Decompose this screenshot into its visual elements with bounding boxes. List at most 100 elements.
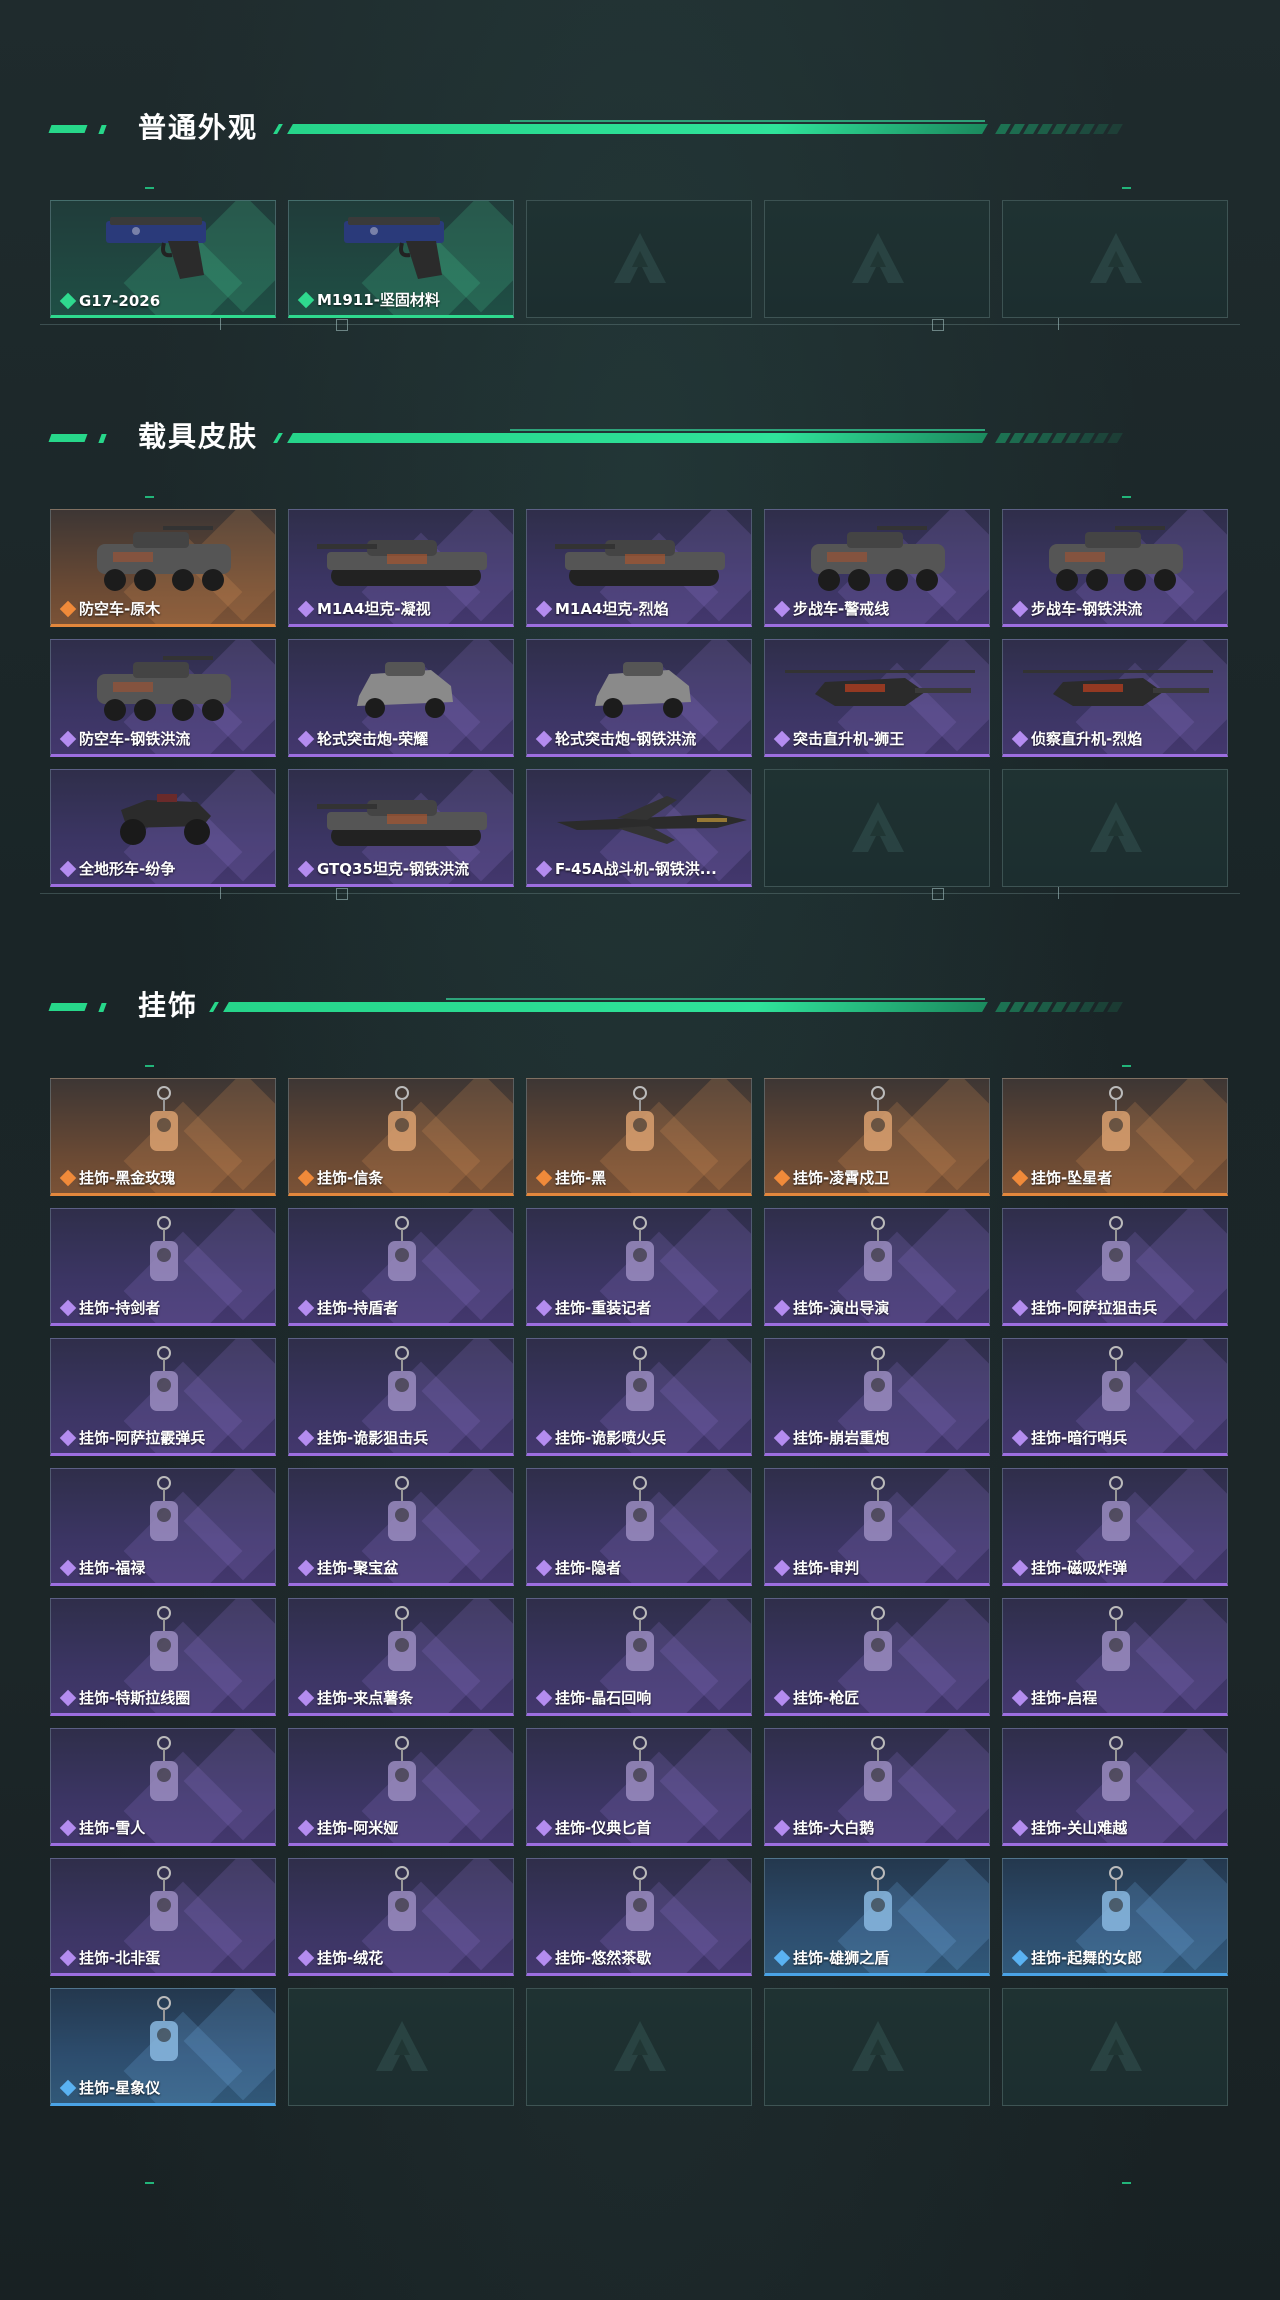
item-card[interactable]: 挂饰-关山难越 <box>1002 1728 1228 1846</box>
item-card[interactable]: 轮式突击炮-荣耀 <box>288 639 514 757</box>
rarity-diamond-icon <box>59 1169 77 1186</box>
item-card[interactable]: 挂饰-坠星者 <box>1002 1078 1228 1196</box>
item-card[interactable]: 挂饰-诡影狙击兵 <box>288 1338 514 1456</box>
decor-tick <box>1058 318 1059 330</box>
item-card[interactable]: 突击直升机-狮王 <box>764 639 990 757</box>
item-card[interactable]: 挂饰-磁吸炸弹 <box>1002 1468 1228 1586</box>
item-card[interactable]: 挂饰-持剑者 <box>50 1208 276 1326</box>
item-card[interactable]: 挂饰-凌霄戍卫 <box>764 1078 990 1196</box>
item-card[interactable]: 挂饰-晶石回响 <box>526 1598 752 1716</box>
section-header: 载具皮肤 <box>0 417 1280 457</box>
rarity-diamond-icon <box>535 1429 553 1446</box>
item-name: M1911-坚固材料 <box>317 291 440 309</box>
apc-icon <box>811 526 945 591</box>
item-card[interactable]: GTQ35坦克-钢铁洪流 <box>288 769 514 887</box>
item-card[interactable]: 挂饰-暗行哨兵 <box>1002 1338 1228 1456</box>
item-card[interactable]: 挂饰-北非蛋 <box>50 1858 276 1976</box>
item-card[interactable]: 防空车-原木 <box>50 509 276 627</box>
section-divider-bar <box>223 1002 988 1012</box>
item-card[interactable]: 挂饰-黑 <box>526 1078 752 1196</box>
charm-icon <box>626 1476 654 1541</box>
item-card[interactable]: 挂饰-起舞的女郎 <box>1002 1858 1228 1976</box>
item-card[interactable]: 挂饰-悠然茶歇 <box>526 1858 752 1976</box>
rarity-diamond-icon <box>297 1299 315 1316</box>
item-label-row: 挂饰-诡影喷火兵 <box>535 1427 667 1448</box>
item-card[interactable]: 步战车-钢铁洪流 <box>1002 509 1228 627</box>
item-card[interactable]: 挂饰-审判 <box>764 1468 990 1586</box>
placeholder-logo-icon <box>614 233 666 283</box>
item-card[interactable]: 挂饰-诡影喷火兵 <box>526 1338 752 1456</box>
charm-icon <box>150 1086 178 1151</box>
item-card[interactable]: 全地形车-纷争 <box>50 769 276 887</box>
item-card[interactable]: 挂饰-重装记者 <box>526 1208 752 1326</box>
item-name: 挂饰-诡影狙击兵 <box>317 1429 429 1447</box>
charm-icon <box>388 1606 416 1671</box>
charm-icon <box>626 1736 654 1801</box>
item-card[interactable]: 步战车-警戒线 <box>764 509 990 627</box>
item-card[interactable]: 挂饰-持盾者 <box>288 1208 514 1326</box>
item-name: 挂饰-绒花 <box>317 1949 384 1967</box>
charm-icon <box>864 1866 892 1931</box>
rarity-diamond-icon <box>773 600 791 617</box>
charm-icon <box>150 1736 178 1801</box>
item-card[interactable]: 挂饰-仪典匕首 <box>526 1728 752 1846</box>
charm-icon <box>864 1606 892 1671</box>
item-label-row: 挂饰-阿米娅 <box>297 1817 398 1838</box>
item-card[interactable]: M1A4坦克-凝视 <box>288 509 514 627</box>
rarity-diamond-icon <box>773 1819 791 1836</box>
empty-slot <box>1002 200 1228 318</box>
item-card[interactable]: F-45A战斗机-钢铁洪... <box>526 769 752 887</box>
item-card[interactable]: 挂饰-来点薯条 <box>288 1598 514 1716</box>
item-label-row: 挂饰-特斯拉线圈 <box>59 1687 190 1708</box>
item-label-row: 挂饰-启程 <box>1011 1687 1097 1708</box>
item-card[interactable]: 挂饰-启程 <box>1002 1598 1228 1716</box>
item-card[interactable]: 轮式突击炮-钢铁洪流 <box>526 639 752 757</box>
rarity-diamond-icon <box>773 1429 791 1446</box>
item-card[interactable]: 挂饰-阿米娅 <box>288 1728 514 1846</box>
item-card[interactable]: G17-2026 <box>50 200 276 318</box>
empty-slot <box>764 769 990 887</box>
item-label-row: GTQ35坦克-钢铁洪流 <box>297 858 469 879</box>
item-label-row: 轮式突击炮-荣耀 <box>297 728 428 749</box>
charm-icon <box>150 1216 178 1281</box>
item-card[interactable]: 挂饰-演出导演 <box>764 1208 990 1326</box>
item-card[interactable]: 挂饰-阿萨拉霰弹兵 <box>50 1338 276 1456</box>
rarity-diamond-icon <box>297 1949 315 1966</box>
item-card[interactable]: 挂饰-大白鹅 <box>764 1728 990 1846</box>
item-card[interactable]: 侦察直升机-烈焰 <box>1002 639 1228 757</box>
item-card[interactable]: 挂饰-雄狮之盾 <box>764 1858 990 1976</box>
apc-icon <box>97 526 231 591</box>
item-card[interactable]: 防空车-钢铁洪流 <box>50 639 276 757</box>
charm-icon <box>626 1606 654 1671</box>
placeholder-logo-icon <box>1090 802 1142 852</box>
rarity-diamond-icon <box>535 860 553 877</box>
item-card[interactable]: M1A4坦克-烈焰 <box>526 509 752 627</box>
decor-square <box>336 888 348 900</box>
item-card[interactable]: 挂饰-绒花 <box>288 1858 514 1976</box>
rarity-diamond-icon <box>59 1299 77 1316</box>
section-divider-line <box>510 120 985 122</box>
item-name: 挂饰-诡影喷火兵 <box>555 1429 667 1447</box>
item-card[interactable]: 挂饰-黑金玫瑰 <box>50 1078 276 1196</box>
item-card[interactable]: 挂饰-特斯拉线圈 <box>50 1598 276 1716</box>
item-card[interactable]: 挂饰-阿萨拉狙击兵 <box>1002 1208 1228 1326</box>
charm-icon <box>1102 1346 1130 1411</box>
item-card[interactable]: 挂饰-雪人 <box>50 1728 276 1846</box>
section-header: 普通外观 <box>0 108 1280 148</box>
rarity-diamond-icon <box>773 1559 791 1576</box>
item-card[interactable]: 挂饰-信条 <box>288 1078 514 1196</box>
tank-icon <box>317 540 487 586</box>
charm-icon <box>1102 1086 1130 1151</box>
item-card[interactable]: 挂饰-隐者 <box>526 1468 752 1586</box>
item-name: 挂饰-持盾者 <box>317 1299 399 1317</box>
item-card[interactable]: M1911-坚固材料 <box>288 200 514 318</box>
charm-icon <box>1102 1736 1130 1801</box>
item-card[interactable]: 挂饰-星象仪 <box>50 1988 276 2106</box>
item-card[interactable]: 挂饰-聚宝盆 <box>288 1468 514 1586</box>
item-card[interactable]: 挂饰-崩岩重炮 <box>764 1338 990 1456</box>
charm-icon <box>864 1476 892 1541</box>
rarity-diamond-icon <box>535 1949 553 1966</box>
item-label-row: 挂饰-枪匠 <box>773 1687 859 1708</box>
item-card[interactable]: 挂饰-枪匠 <box>764 1598 990 1716</box>
item-card[interactable]: 挂饰-福禄 <box>50 1468 276 1586</box>
